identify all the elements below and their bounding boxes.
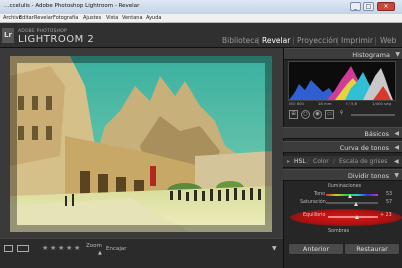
tab-escala-grises[interactable]: Escala de grises <box>339 158 387 165</box>
basicos-header[interactable]: Básicos ◀ <box>283 127 402 139</box>
adjustment-brush-icon[interactable]: ⚲ <box>337 110 346 119</box>
saturacion-slider[interactable] <box>326 202 378 204</box>
aperture-value: f / 5,6 <box>346 101 358 106</box>
tool-strip: ⊞ ○ ◉ ▭ ⚲ <box>285 108 400 121</box>
saturacion-knob[interactable] <box>354 202 358 206</box>
histogram-title: Histograma <box>352 51 390 59</box>
brand-title: LIGHTROOM 2 <box>18 34 95 45</box>
menu-vista[interactable]: Vista <box>106 15 118 21</box>
saturacion-label: Saturación <box>300 200 326 205</box>
module-imprimir[interactable]: Imprimir <box>341 36 373 45</box>
zoom-value[interactable]: Encajar <box>106 246 127 252</box>
menu-ayuda[interactable]: Ayuda <box>146 15 161 21</box>
curva-title: Curva de tonos <box>339 144 389 152</box>
anterior-button[interactable]: Anterior <box>288 243 344 255</box>
red-eye-icon[interactable]: ◉ <box>313 110 322 119</box>
triangle-icon: ▸ <box>287 158 291 165</box>
spot-removal-icon[interactable]: ○ <box>301 110 310 119</box>
star-icon[interactable]: ★ <box>66 244 72 252</box>
tono-label: Tono <box>314 192 326 197</box>
window-titlebar: …ccelulis - Adobe Photoshop Lightroom - … <box>0 0 402 14</box>
equilibrio-value: + 23 <box>380 213 392 218</box>
grid-crop-icon[interactable]: ⊞ <box>289 110 298 119</box>
module-web[interactable]: Web <box>380 36 396 45</box>
tab-separator: / <box>307 158 310 165</box>
dividir-header[interactable]: Dividir tonos ▼ <box>283 169 402 181</box>
focal-length-value: 18 mm <box>318 101 332 106</box>
menu-ajustes[interactable]: Ajustes <box>83 15 101 21</box>
module-biblioteca[interactable]: Biblioteca <box>222 36 259 45</box>
module-revelar[interactable]: Revelar <box>262 36 290 45</box>
star-icon[interactable]: ★ <box>50 244 56 252</box>
saturacion-value: 57 <box>386 200 393 205</box>
graduated-filter-icon[interactable]: ▭ <box>325 110 334 119</box>
minimize-icon[interactable]: _ <box>350 2 361 11</box>
restaurar-button[interactable]: Restaurar <box>344 243 400 255</box>
window-title: …ccelulis - Adobe Photoshop Lightroom - … <box>4 3 140 9</box>
hsl-tab-row: ▸ HSL / Color / Escala de grises ◀ <box>283 156 402 168</box>
module-separator: | <box>336 36 339 45</box>
shutter-value: 1/400 seg <box>372 101 391 106</box>
equilibrio-knob[interactable] <box>355 215 359 219</box>
menu-revelar[interactable]: Revelar <box>34 15 53 21</box>
star-icon[interactable]: ★ <box>74 244 80 252</box>
collapse-icon[interactable]: ◀ <box>394 130 399 137</box>
iso-value: ISO 800 <box>289 101 304 106</box>
module-header: Lr ADOBE PHOTOSHOP LIGHTROOM 2 Bibliotec… <box>0 23 402 48</box>
basicos-title: Básicos <box>364 130 389 138</box>
loupe-view-icon[interactable] <box>4 245 13 252</box>
zoom-label: Zoom <box>86 243 102 249</box>
tono-slider[interactable] <box>326 194 378 196</box>
menu-fotografia[interactable]: Fotografía <box>53 15 78 21</box>
tab-hsl[interactable]: HSL <box>294 158 306 165</box>
equilibrio-slider[interactable] <box>328 216 378 218</box>
iluminaciones-label: Iluminaciones <box>328 184 362 189</box>
histogram-chart-icon <box>289 66 393 100</box>
collapse-icon[interactable]: ◀ <box>394 144 399 151</box>
module-separator: | <box>292 36 295 45</box>
dividir-title: Dividir tonos <box>347 172 389 180</box>
dropdown-icon[interactable]: ▲ <box>98 250 102 256</box>
collapse-icon[interactable]: ◀ <box>394 158 399 165</box>
tono-knob[interactable] <box>348 194 352 198</box>
before-after-icon[interactable] <box>17 245 29 252</box>
tab-color[interactable]: Color <box>313 158 329 165</box>
bottom-toolbar: ★ ★ ★ ★ ★ Zoom Encajar ▲ ▼ <box>0 238 283 268</box>
menu-editar[interactable]: Editar <box>19 15 34 21</box>
module-separator: | <box>257 36 260 45</box>
collapse-icon[interactable]: ▼ <box>394 172 399 179</box>
module-proyeccion[interactable]: Proyección <box>297 36 338 45</box>
equilibrio-label: Equilibrio <box>303 213 326 218</box>
star-icon[interactable]: ★ <box>58 244 64 252</box>
sombras-label: Sombras <box>328 229 350 234</box>
photo-image[interactable] <box>10 56 272 232</box>
toolbar-menu-icon[interactable]: ▼ <box>272 245 277 252</box>
maximize-icon[interactable]: □ <box>363 2 374 11</box>
star-icon[interactable]: ★ <box>42 244 48 252</box>
histogram-header[interactable]: Histograma ▼ <box>284 48 402 60</box>
lightroom-logo: Lr <box>2 28 14 43</box>
tono-value: 53 <box>386 192 393 197</box>
curva-header[interactable]: Curva de tonos ◀ <box>283 141 402 153</box>
tab-separator: / <box>333 158 336 165</box>
menu-bar: Archivo Editar Revelar Fotografía Ajuste… <box>0 14 402 23</box>
menu-ventana[interactable]: Ventana <box>122 15 143 21</box>
collapse-icon[interactable]: ▼ <box>395 51 400 58</box>
tool-slider-track[interactable] <box>351 114 395 116</box>
monastery-photo-icon <box>10 56 272 232</box>
close-icon[interactable]: ✕ <box>377 2 395 11</box>
histogram-graph <box>288 61 396 101</box>
module-separator: | <box>374 36 377 45</box>
